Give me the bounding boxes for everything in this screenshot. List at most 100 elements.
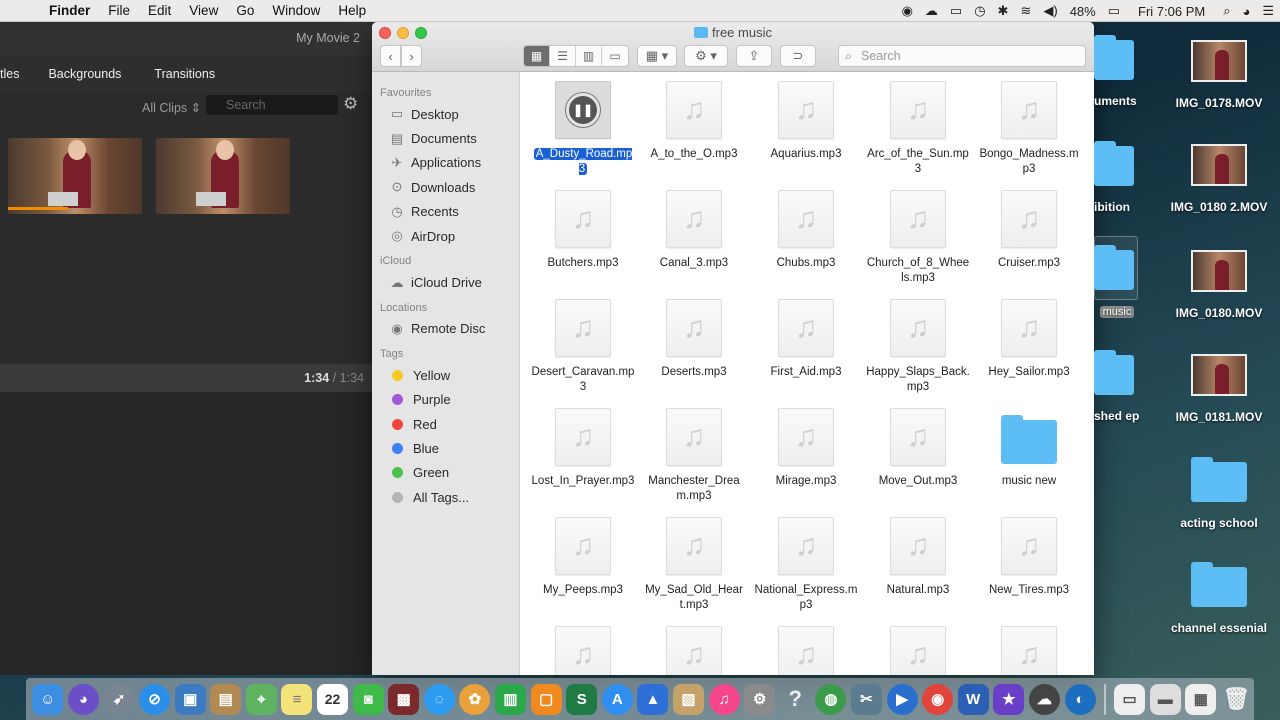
desktop-folder[interactable]: shed ep — [1094, 350, 1140, 423]
battery-icon[interactable]: ▭ — [1102, 3, 1126, 19]
ibooks-icon[interactable]: ▢ — [530, 683, 562, 715]
menu-file[interactable]: File — [99, 3, 139, 18]
file-item[interactable]: ♫ — [638, 626, 750, 675]
file-item[interactable]: ♫ — [862, 626, 974, 675]
action-gear-button[interactable]: ⚙ ▾ — [684, 45, 728, 67]
desktop-movie-file[interactable]: IMG_0180.MOV — [1164, 250, 1274, 320]
sidebar-item-remote-disc[interactable]: ◉ Remote Disc — [372, 317, 519, 341]
group-by-button[interactable]: ▦ ▾ — [637, 45, 677, 67]
menubar-clock[interactable]: Fri 7:06 PM — [1126, 4, 1217, 19]
folder-stack-icon[interactable]: ▭ — [1114, 683, 1146, 715]
file-item[interactable]: ♫ Deserts.mp3 — [638, 299, 750, 380]
app-store-icon[interactable]: A — [601, 683, 633, 715]
messages-icon[interactable]: ◌ — [423, 683, 455, 715]
video-clip-thumbnail[interactable] — [156, 138, 290, 214]
file-item[interactable]: ♫ Desert_Caravan.mp3 — [527, 299, 639, 395]
share-button[interactable]: ⇪ — [736, 45, 772, 67]
gallery-view-icon[interactable]: ▭ — [602, 46, 628, 66]
desktop-movie-file[interactable]: IMG_0178.MOV — [1164, 40, 1274, 110]
cloud-icon[interactable]: ☁ — [919, 3, 944, 19]
sidebar-tag-item[interactable]: All Tags... — [372, 485, 519, 509]
file-item[interactable]: ♫ — [527, 626, 639, 675]
wifi-icon[interactable]: ≋ — [1014, 3, 1037, 19]
file-item[interactable]: ♫ Chubs.mp3 — [750, 190, 862, 271]
desktop-folder[interactable]: music — [1094, 236, 1140, 318]
spotlight-icon[interactable]: ⌕ — [1217, 3, 1236, 19]
file-item[interactable]: ♫ Church_of_8_Wheels.mp3 — [862, 190, 974, 286]
photos-icon[interactable]: ✿ — [459, 683, 491, 715]
file-item[interactable]: ♫ Cruiser.mp3 — [973, 190, 1085, 271]
facetime-icon[interactable]: ◙ — [352, 683, 384, 715]
notes-icon[interactable]: ≡ — [281, 683, 313, 715]
sidebar-item-icloud-drive[interactable]: ☁ iCloud Drive — [372, 270, 519, 294]
maps-icon[interactable]: ⌖ — [245, 683, 277, 715]
video-clip-thumbnail[interactable] — [8, 138, 142, 214]
sidebar-item-airdrop[interactable]: ◎ AirDrop — [372, 224, 519, 248]
sidebar-item-desktop[interactable]: ▭ Desktop — [372, 102, 519, 126]
calendar-icon[interactable]: 22 — [317, 683, 349, 715]
file-item[interactable]: ♫ Butchers.mp3 — [527, 190, 639, 271]
browser-icon[interactable]: ◐ — [1064, 683, 1096, 715]
documents-stack-icon[interactable]: ▦ — [1185, 683, 1217, 715]
quicktime-icon[interactable]: ▶ — [886, 683, 918, 715]
spreadsheet-icon[interactable]: S — [566, 683, 598, 715]
preview-icon[interactable]: ▧ — [672, 683, 704, 715]
file-item[interactable]: ♫ — [973, 626, 1085, 675]
keynote-icon[interactable]: ▲ — [637, 683, 669, 715]
desktop-movie-file[interactable]: IMG_0180 2.MOV — [1164, 144, 1274, 214]
photo-app-icon[interactable]: ▩ — [388, 683, 420, 715]
icon-view-icon[interactable]: ▦ — [524, 46, 550, 66]
gear-icon[interactable]: ⚙ — [343, 94, 358, 114]
record-icon[interactable]: ◉ — [896, 3, 919, 19]
file-item[interactable]: ♫ Arc_of_the_Sun.mp3 — [862, 81, 974, 177]
downloads-stack-icon[interactable]: ▬ — [1149, 683, 1181, 715]
siri-icon[interactable]: ◕ — [1236, 4, 1256, 19]
safari-icon[interactable]: ⊘ — [139, 683, 171, 715]
file-item[interactable]: ♫ A_to_the_O.mp3 — [638, 81, 750, 162]
airplay-icon[interactable]: ▭ — [944, 3, 968, 19]
help-icon[interactable]: ? — [780, 684, 811, 715]
siri-icon[interactable]: ◕ — [67, 683, 99, 715]
menu-app-name[interactable]: Finder — [40, 3, 99, 18]
file-item[interactable]: ♫ — [750, 626, 862, 675]
file-item[interactable]: ♫ My_Sad_Old_Heart.mp3 — [638, 517, 750, 613]
imovie-search-field[interactable]: Search — [206, 95, 338, 115]
file-item[interactable]: ♫ Aquarius.mp3 — [750, 81, 862, 162]
cloud-app-icon[interactable]: ☁ — [1028, 683, 1060, 715]
sidebar-tag-item[interactable]: Yellow — [372, 363, 519, 387]
desktop-folder[interactable]: channel essenial — [1164, 562, 1274, 635]
utility-icon[interactable]: ✂ — [850, 683, 882, 715]
sidebar-item-recents[interactable]: ◷ Recents — [372, 200, 519, 224]
time-machine-icon[interactable]: ◷ — [968, 3, 991, 19]
finder-icon[interactable]: ☺ — [32, 683, 64, 715]
sidebar-tag-item[interactable]: Red — [372, 412, 519, 436]
file-item[interactable]: ♫ Move_Out.mp3 — [862, 408, 974, 489]
sidebar-item-applications[interactable]: ✈ Applications — [372, 151, 519, 175]
imovie-timeline[interactable] — [0, 392, 372, 675]
file-item[interactable]: ♫ National_Express.mp3 — [750, 517, 862, 613]
notification-center-icon[interactable]: ☰ — [1256, 3, 1280, 19]
menu-window[interactable]: Window — [263, 3, 329, 18]
chrome-icon[interactable]: ◉ — [922, 683, 954, 715]
tab-titles[interactable]: tles — [0, 67, 19, 81]
file-item[interactable]: ♫ New_Tires.mp3 — [973, 517, 1085, 598]
trash-icon[interactable]: 🗑 — [1221, 684, 1252, 715]
battery-percent[interactable]: 48% — [1064, 4, 1102, 19]
list-view-icon[interactable]: ☰ — [550, 46, 576, 66]
file-item[interactable]: ♫ Hey_Sailor.mp3 — [973, 299, 1085, 380]
system-preferences-icon[interactable]: ⚙ — [744, 683, 776, 715]
network-icon[interactable]: ◍ — [815, 683, 847, 715]
menu-view[interactable]: View — [180, 3, 227, 18]
file-item[interactable]: ♫ Canal_3.mp3 — [638, 190, 750, 271]
tags-button[interactable]: ⊃ — [780, 45, 816, 67]
finder-search-field[interactable]: ⌕ Search — [838, 45, 1086, 67]
menu-help[interactable]: Help — [329, 3, 375, 18]
file-item[interactable]: ♫ Lost_In_Prayer.mp3 — [527, 408, 639, 489]
tab-transitions[interactable]: Transitions — [154, 67, 215, 81]
contacts-icon[interactable]: ▤ — [210, 683, 242, 715]
imovie-icon[interactable]: ★ — [993, 683, 1025, 715]
desktop-folder[interactable]: uments — [1094, 35, 1140, 108]
folder-item[interactable]: music new — [973, 408, 1085, 489]
sidebar-item-downloads[interactable]: ⊙ Downloads — [372, 175, 519, 199]
desktop-folder[interactable]: ibition — [1094, 141, 1140, 214]
